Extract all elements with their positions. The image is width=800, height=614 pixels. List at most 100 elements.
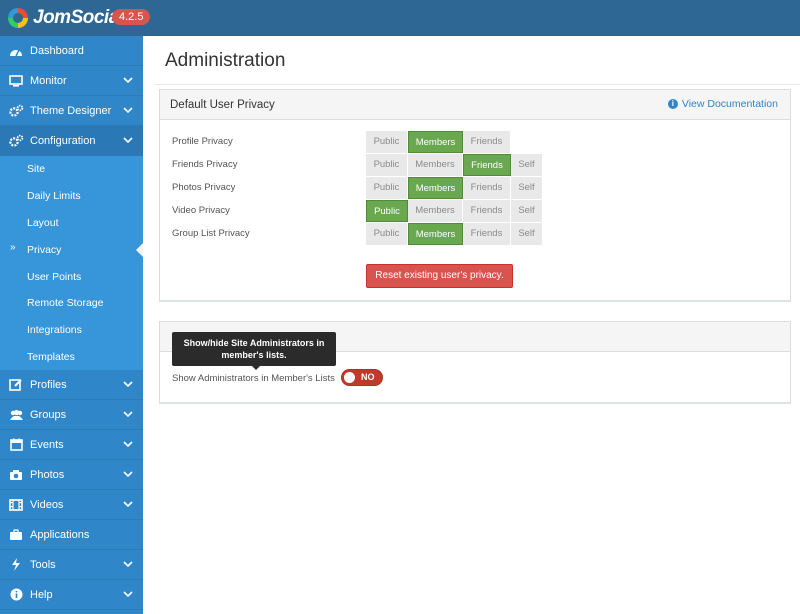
toggle-knob [344, 372, 355, 383]
privacy-selector: Public Members Friends [366, 131, 511, 153]
chevron-down-icon [123, 107, 133, 114]
sidebar-item-label: Videos [30, 498, 64, 511]
sidebar-item-groups[interactable]: Groups [0, 400, 143, 431]
submenu-item-remote-storage[interactable]: Remote Storage [0, 290, 143, 317]
privacy-label: Video Privacy [172, 205, 230, 216]
option-self[interactable]: Self [511, 200, 543, 222]
option-friends[interactable]: Friends [463, 154, 511, 176]
briefcase-icon [8, 527, 24, 543]
configuration-submenu: Site Daily Limits Layout Privacy User Po… [0, 156, 144, 371]
chevron-down-icon [123, 441, 133, 448]
privacy-selector: Public Members Friends Self [366, 223, 543, 245]
sidebar-item-applications[interactable]: Applications [0, 520, 143, 551]
app-logo[interactable]: JomSocial [8, 6, 124, 30]
calendar-icon [8, 437, 24, 453]
option-members[interactable]: Members [408, 177, 463, 199]
edit-icon [8, 377, 24, 393]
privacy-selector: Public Members Friends Self [366, 154, 543, 176]
sidebar-item-photos[interactable]: Photos [0, 460, 143, 491]
sidebar-item-tools[interactable]: Tools [0, 550, 143, 581]
reset-privacy-button[interactable]: Reset existing user's privacy. [366, 264, 513, 288]
privacy-label: Photos Privacy [172, 182, 236, 193]
submenu-item-user-points[interactable]: User Points [0, 263, 143, 290]
privacy-label: Profile Privacy [172, 136, 233, 147]
app-name: JomSocial [33, 7, 124, 28]
privacy-selector: Public Members Friends Self [366, 177, 543, 199]
submenu-item-layout[interactable]: Layout [0, 210, 143, 237]
submenu-item-integrations[interactable]: Integrations [0, 317, 143, 344]
users-icon [8, 407, 24, 423]
toggle-state: NO [361, 372, 375, 382]
monitor-icon [8, 73, 24, 89]
submenu-item-daily-limits[interactable]: Daily Limits [0, 183, 143, 210]
option-members[interactable]: Members [408, 154, 463, 176]
sidebar-item-label: Photos [30, 468, 65, 481]
sidebar-item-theme-designer[interactable]: Theme Designer [0, 96, 143, 126]
sidebar-item-label: Groups [30, 408, 67, 421]
option-friends[interactable]: Friends [463, 223, 511, 245]
sidebar-item-help[interactable]: Help [0, 580, 143, 611]
doc-link-label: View Documentation [681, 98, 778, 110]
privacy-label: Friends Privacy [172, 159, 238, 170]
chevron-down-icon [123, 501, 133, 508]
sidebar-item-configuration[interactable]: Configuration [0, 126, 143, 156]
cogs-icon [8, 103, 24, 119]
chevron-down-icon [123, 591, 133, 598]
chevron-down-icon [123, 77, 133, 84]
option-self[interactable]: Self [511, 177, 543, 199]
privacy-label: Group List Privacy [172, 228, 250, 239]
privacy-selector: Public Members Friends Self [366, 200, 543, 222]
sidebar: Dashboard Monitor Theme Designer Configu… [0, 36, 144, 614]
option-self[interactable]: Self [511, 154, 543, 176]
option-friends[interactable]: Friends [463, 177, 511, 199]
privacy-row-photos: Photos Privacy Public Members Friends Se… [172, 177, 772, 199]
privacy-row-group-list: Group List Privacy Public Members Friend… [172, 223, 772, 245]
view-documentation-link[interactable]: i View Documentation [667, 98, 778, 110]
submenu-item-site[interactable]: Site [0, 156, 143, 183]
chevron-down-icon [123, 137, 133, 144]
option-members[interactable]: Members [408, 200, 463, 222]
sidebar-item-events[interactable]: Events [0, 430, 143, 461]
option-members[interactable]: Members [408, 223, 463, 245]
privacy-row-friends: Friends Privacy Public Members Friends S… [172, 154, 772, 176]
sidebar-item-label: Theme Designer [30, 104, 112, 117]
option-public[interactable]: Public [366, 131, 408, 153]
main-content: Administration Default User Privacy i Vi… [143, 36, 800, 614]
sidebar-item-label: Help [30, 588, 53, 601]
bolt-icon [8, 557, 24, 573]
privacy-row-video: Video Privacy Public Members Friends Sel… [172, 200, 772, 222]
submenu-item-templates[interactable]: Templates [0, 344, 143, 371]
dashboard-icon [8, 43, 24, 59]
option-public[interactable]: Public [366, 177, 408, 199]
sidebar-item-label: Tools [30, 558, 56, 571]
sidebar-item-profiles[interactable]: Profiles [0, 370, 143, 401]
chevron-down-icon [123, 381, 133, 388]
option-friends[interactable]: Friends [463, 131, 511, 153]
option-public[interactable]: Public [366, 223, 408, 245]
sidebar-item-label: Monitor [30, 74, 67, 87]
sidebar-item-videos[interactable]: Videos [0, 490, 143, 521]
option-members[interactable]: Members [408, 131, 463, 153]
tooltip: Show/hide Site Administrators in member'… [172, 332, 336, 370]
sidebar-item-label: Dashboard [30, 44, 84, 57]
camera-icon [8, 467, 24, 483]
chevron-down-icon [123, 471, 133, 478]
option-self[interactable]: Self [511, 223, 543, 245]
submenu-item-privacy[interactable]: Privacy [0, 236, 144, 263]
sidebar-item-label: Profiles [30, 378, 67, 391]
sidebar-item-monitor[interactable]: Monitor [0, 66, 143, 96]
option-public[interactable]: Public [366, 200, 408, 222]
top-bar: JomSocial 4.2.5 [0, 0, 800, 36]
info-icon [8, 587, 24, 603]
sidebar-item-label: Events [30, 438, 64, 451]
version-badge: 4.2.5 [112, 9, 151, 25]
sidebar-item-dashboard[interactable]: Dashboard [0, 36, 143, 66]
page-title: Administration [165, 50, 286, 71]
option-public[interactable]: Public [366, 154, 408, 176]
cogs-icon [8, 133, 24, 149]
default-privacy-panel: Default User Privacy i View Documentatio… [159, 89, 791, 302]
toggle-label: Show Administrators in Member's Lists [172, 373, 335, 384]
divider [155, 84, 800, 85]
show-admins-toggle[interactable]: NO [341, 369, 383, 386]
option-friends[interactable]: Friends [463, 200, 511, 222]
